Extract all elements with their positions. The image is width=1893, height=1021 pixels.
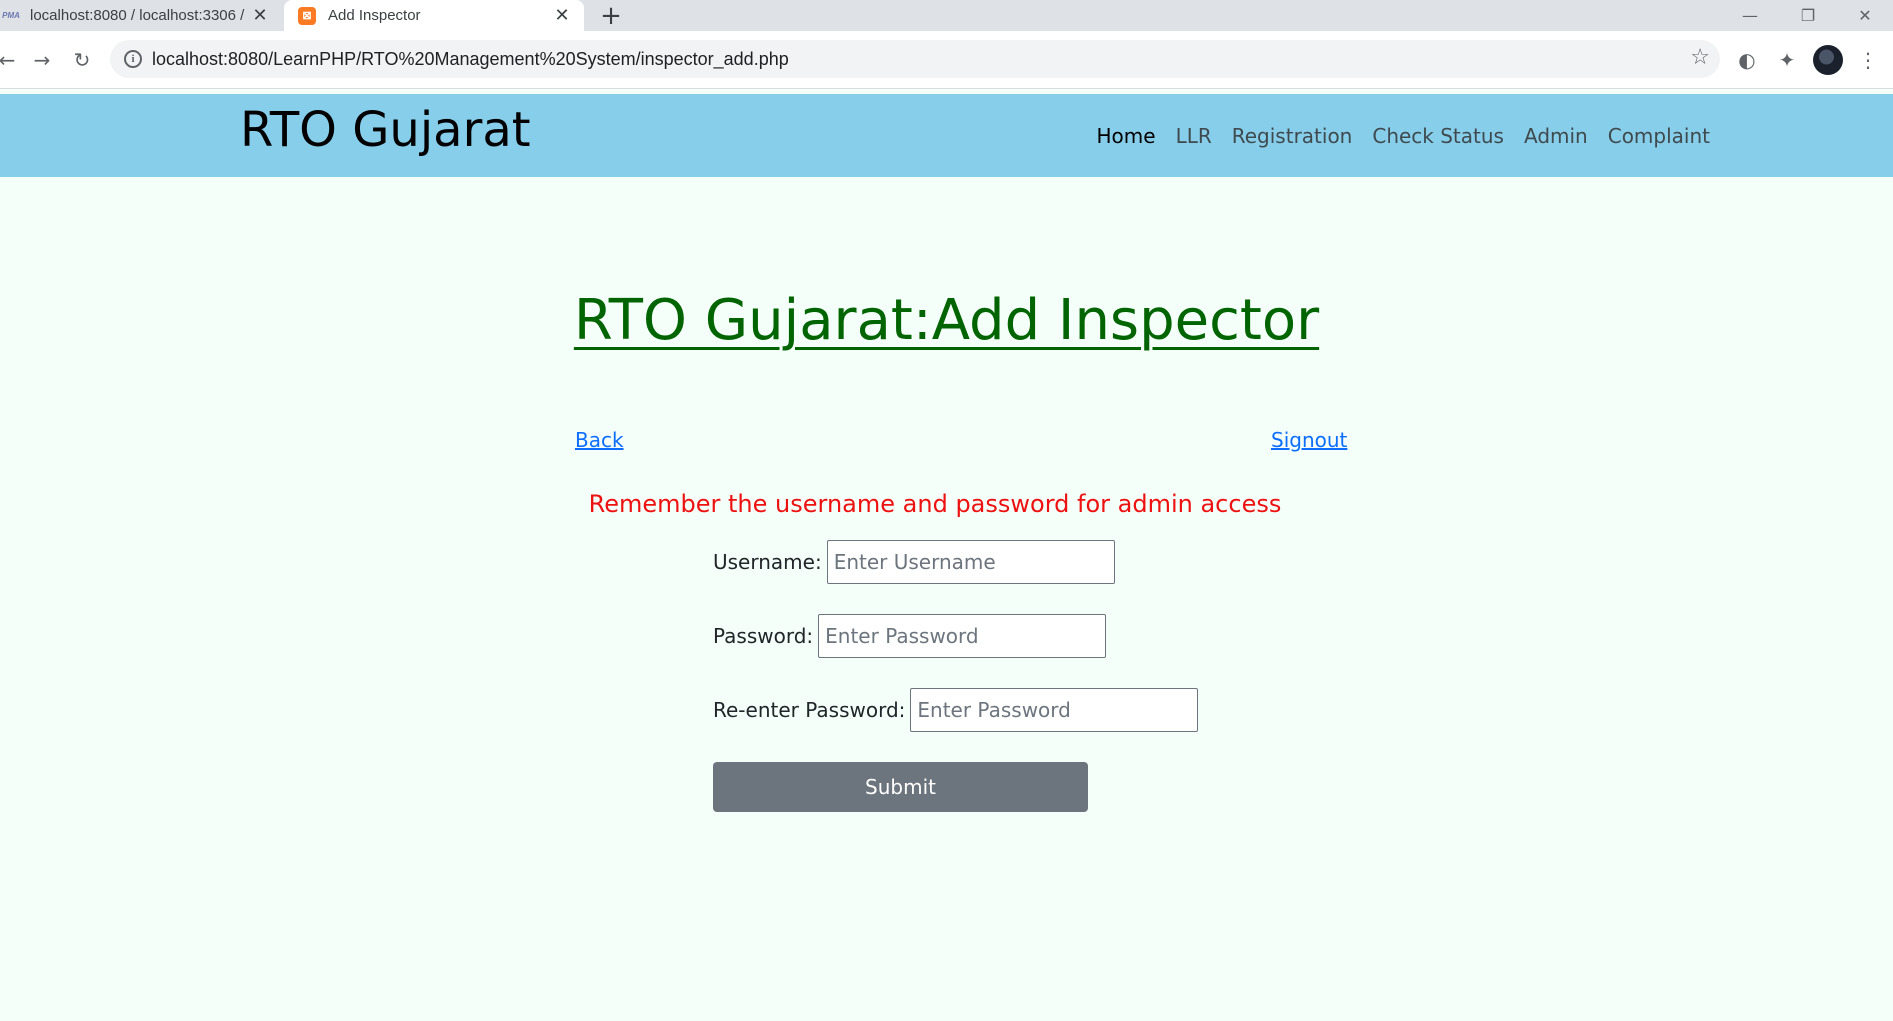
extensions-puzzle-icon[interactable]: ✦ [1773,46,1801,74]
nav-registration[interactable]: Registration [1222,124,1363,148]
repassword-label: Re-enter Password: [713,698,906,722]
window-restore-button[interactable]: ❐ [1780,0,1836,31]
site-info-icon[interactable]: i [124,50,142,68]
nav-admin[interactable]: Admin [1514,124,1598,148]
password-label: Password: [713,624,814,648]
username-input[interactable] [826,540,1115,584]
browser-tab-strip: PMA localhost:8080 / localhost:3306 / ✕ … [0,0,1893,31]
password-row: Password: [713,614,1107,658]
extension-circle-icon[interactable]: ◐ [1733,46,1761,74]
xampp-favicon-icon: ⊠ [298,6,316,25]
page-title: RTO Gujarat:Add Inspector [573,288,1320,353]
tab-close-icon[interactable]: ✕ [550,4,574,28]
browser-menu-icon[interactable]: ⋮ [1854,46,1882,74]
nav-check-status[interactable]: Check Status [1362,124,1514,148]
browser-tab-phpmyadmin[interactable]: PMA localhost:8080 / localhost:3306 / ✕ [0,0,282,31]
site-brand[interactable]: RTO Gujarat [240,102,531,158]
tab-close-icon[interactable]: ✕ [248,4,272,28]
bookmark-star-icon[interactable]: ☆ [1690,45,1710,70]
profile-avatar[interactable] [1813,45,1843,75]
browser-toolbar: ← → ↻ i localhost:8080/LearnPHP/RTO%20Ma… [0,31,1893,89]
tab-title: Add Inspector [328,7,421,24]
nav-llr[interactable]: LLR [1166,124,1222,148]
tab-title: localhost:8080 / localhost:3306 / [30,7,245,24]
back-arrow-icon[interactable]: ← [0,43,24,77]
main-nav: Home LLR Registration Check Status Admin… [1087,94,1721,177]
address-bar[interactable]: i localhost:8080/LearnPHP/RTO%20Manageme… [110,40,1720,78]
repassword-row: Re-enter Password: [713,688,1199,732]
site-header: RTO Gujarat Home LLR Registration Check … [0,94,1893,177]
phpmyadmin-favicon-icon: PMA [2,11,20,20]
browser-tab-add-inspector[interactable]: ⊠ Add Inspector ✕ [284,0,584,31]
repassword-input[interactable] [910,688,1199,732]
nav-home[interactable]: Home [1087,124,1166,148]
address-url[interactable]: localhost:8080/LearnPHP/RTO%20Management… [152,49,789,70]
submit-button[interactable]: Submit [713,762,1088,812]
admin-access-notice: Remember the username and password for a… [588,490,1282,518]
nav-complaint[interactable]: Complaint [1598,124,1720,148]
window-close-button[interactable]: ✕ [1837,0,1893,31]
password-input[interactable] [818,614,1107,658]
reload-icon[interactable]: ↻ [65,43,99,77]
username-row: Username: [713,540,1115,584]
username-label: Username: [713,550,822,574]
signout-link[interactable]: Signout [1271,428,1347,452]
new-tab-button[interactable]: + [597,1,625,31]
back-link[interactable]: Back [575,428,624,452]
window-minimize-button[interactable]: — [1722,0,1778,31]
forward-arrow-icon[interactable]: → [25,43,59,77]
